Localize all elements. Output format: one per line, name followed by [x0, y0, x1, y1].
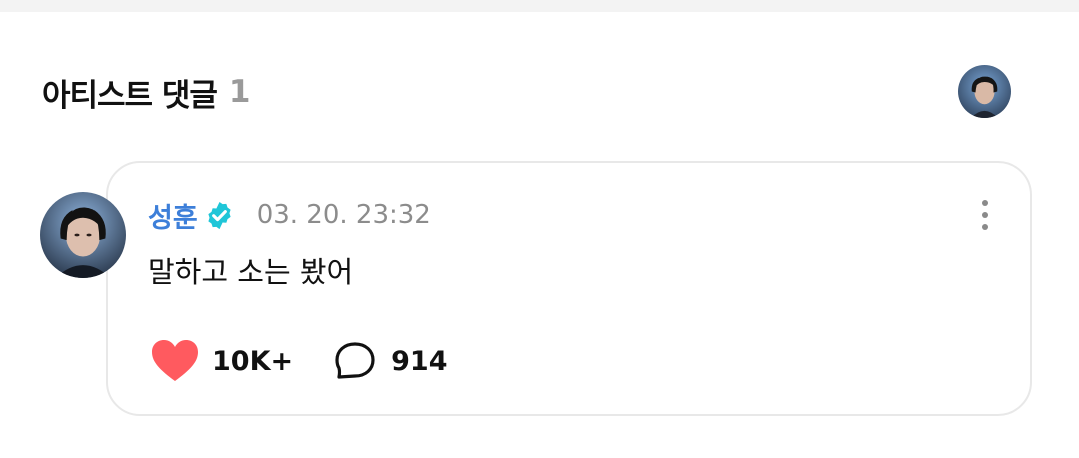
author-avatar[interactable] [40, 192, 126, 278]
author-name[interactable]: 성훈 [148, 196, 198, 235]
more-options-button[interactable] [968, 195, 1002, 235]
comment-card: 성훈 03. 20. 23:32 말하고 소는 봤어 10K+ 914 [106, 161, 1032, 416]
avatar-photo [958, 65, 1011, 118]
heart-icon [150, 338, 200, 384]
like-button[interactable]: 10K+ [150, 338, 293, 384]
section-title: 아티스트 댓글 [42, 77, 218, 114]
comment-timestamp: 03. 20. 23:32 [256, 200, 431, 230]
comment-text: 말하고 소는 봤어 [148, 255, 354, 289]
more-vertical-icon-dot [982, 212, 988, 218]
artist-avatar-small[interactable] [958, 65, 1011, 118]
more-vertical-icon-dot [982, 224, 988, 230]
avatar-photo [40, 192, 126, 278]
reply-count: 914 [391, 345, 448, 377]
comment-meta: 성훈 03. 20. 23:32 [148, 195, 431, 235]
comment-actions: 10K+ 914 [150, 338, 448, 384]
top-divider-strip [0, 0, 1079, 12]
more-vertical-icon [982, 200, 988, 206]
verified-badge-icon [204, 200, 235, 231]
reply-button[interactable]: 914 [333, 340, 448, 382]
like-count: 10K+ [212, 345, 294, 377]
artist-comments-header: 아티스트 댓글 1 [42, 70, 251, 114]
chat-bubble-icon [333, 340, 377, 382]
comment-count: 1 [228, 74, 251, 110]
